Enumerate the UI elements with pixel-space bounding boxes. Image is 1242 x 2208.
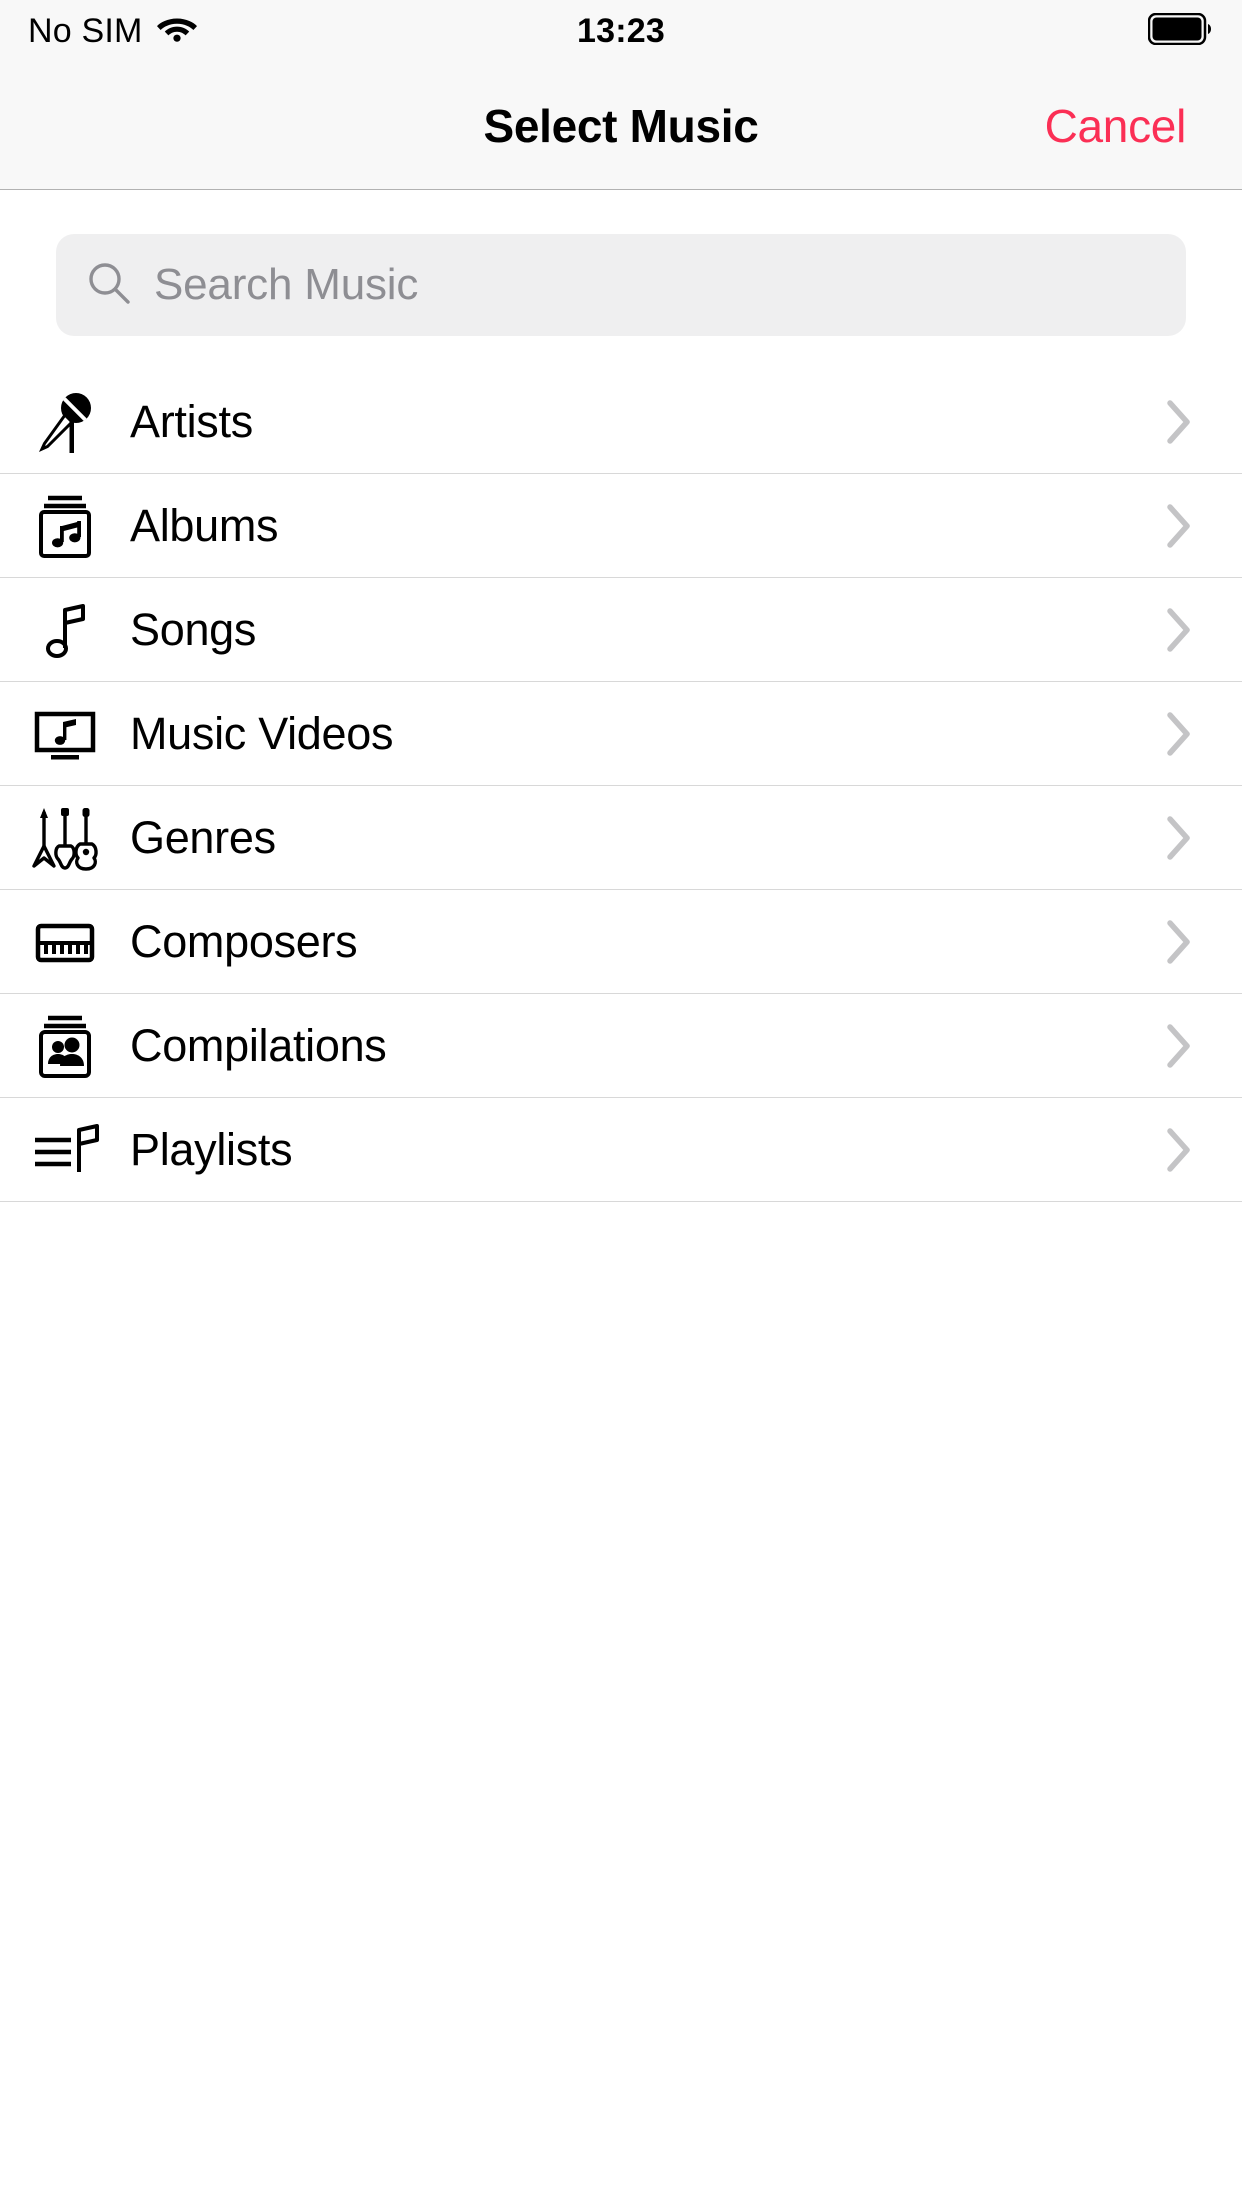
- search-placeholder: Search Music: [154, 260, 419, 309]
- piano-keyboard-icon: [0, 906, 130, 978]
- list-item-label: Albums: [130, 500, 279, 551]
- list-item-label: Songs: [130, 604, 257, 655]
- status-bar-clock: 13:23: [577, 11, 665, 50]
- chevron-right-icon: [1166, 607, 1192, 653]
- list-item-label: Artists: [130, 396, 253, 447]
- list-item-label: Music Videos: [130, 708, 394, 759]
- list-item-label: Genres: [130, 812, 276, 863]
- tv-music-note-icon: [0, 698, 130, 770]
- list-item-compilations[interactable]: Compilations: [0, 994, 1242, 1098]
- status-bar: No SIM 13:23: [0, 0, 1242, 62]
- music-note-icon: [0, 594, 130, 666]
- chevron-right-icon: [1166, 919, 1192, 965]
- search-input[interactable]: Search Music: [56, 234, 1186, 336]
- music-category-list: Artists Albums Songs Music Videos Genres…: [0, 370, 1242, 1202]
- chevron-right-icon: [1166, 399, 1192, 445]
- playlist-note-icon: [0, 1114, 130, 1186]
- list-item-label: Playlists: [130, 1124, 293, 1175]
- list-item-songs[interactable]: Songs: [0, 578, 1242, 682]
- search-icon: [86, 260, 132, 311]
- list-item-playlists[interactable]: Playlists: [0, 1098, 1242, 1202]
- list-item-artists[interactable]: Artists: [0, 370, 1242, 474]
- chevron-right-icon: [1166, 1023, 1192, 1069]
- navigation-bar: Select Music Cancel: [0, 62, 1242, 190]
- status-bar-right: [1147, 12, 1214, 50]
- chevron-right-icon: [1166, 815, 1192, 861]
- microphone-icon: [0, 386, 130, 458]
- list-item-label: Compilations: [130, 1020, 387, 1071]
- list-item-genres[interactable]: Genres: [0, 786, 1242, 890]
- search-bar-container: Search Music: [0, 190, 1242, 336]
- list-item-composers[interactable]: Composers: [0, 890, 1242, 994]
- guitars-icon: [0, 800, 130, 876]
- chevron-right-icon: [1166, 503, 1192, 549]
- people-stack-icon: [0, 1010, 130, 1082]
- chevron-right-icon: [1166, 711, 1192, 757]
- list-item-music-videos[interactable]: Music Videos: [0, 682, 1242, 786]
- battery-full-icon: [1147, 12, 1214, 50]
- cancel-button[interactable]: Cancel: [1045, 99, 1187, 153]
- chevron-right-icon: [1166, 1127, 1192, 1173]
- list-item-label: Composers: [130, 916, 358, 967]
- list-item-albums[interactable]: Albums: [0, 474, 1242, 578]
- album-stack-icon: [0, 490, 130, 562]
